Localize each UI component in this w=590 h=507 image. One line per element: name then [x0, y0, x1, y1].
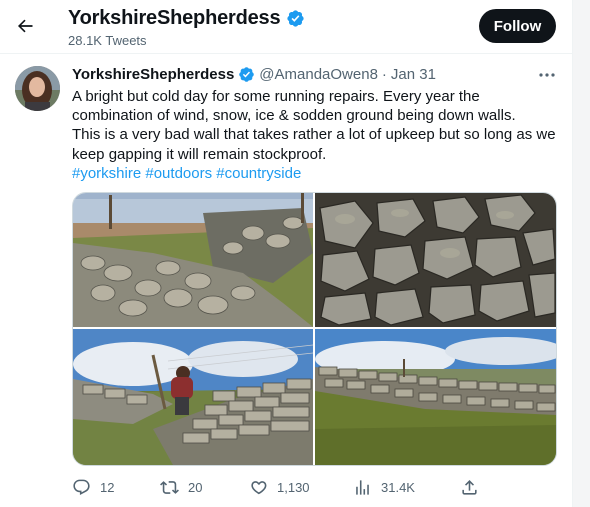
more-horizontal-icon: [539, 73, 555, 77]
share-icon: [458, 476, 480, 498]
photo-collapsed-wall-moor[interactable]: [73, 193, 313, 327]
photo-person-rebuilding-wall[interactable]: [73, 329, 313, 465]
arrow-left-icon: [18, 19, 33, 33]
scrollbar-track[interactable]: [573, 0, 590, 507]
author-name[interactable]: YorkshireShepherdess: [72, 66, 234, 83]
profile-header: YorkshireShepherdess 28.1K Tweets Follow: [0, 0, 573, 53]
retweet-count: 20: [188, 479, 203, 495]
reply-count: 12: [100, 479, 115, 495]
retweet-button[interactable]: 20: [158, 474, 202, 500]
tweet-date[interactable]: Jan 31: [391, 66, 436, 83]
views-icon: [351, 476, 373, 498]
heart-icon: [247, 476, 269, 498]
like-count: 1,130: [277, 479, 310, 495]
header-divider: [0, 53, 573, 54]
header-title: YorkshireShepherdess: [68, 7, 305, 30]
more-button[interactable]: [535, 66, 559, 84]
hashtag-countryside[interactable]: #countryside: [216, 165, 301, 182]
tweet-count: 28.1K Tweets: [68, 33, 147, 48]
tweet-text: A bright but cold day for some running r…: [72, 87, 562, 183]
tweet-actions: 12 20 1,130 31.4K: [66, 474, 486, 500]
back-button[interactable]: [8, 9, 42, 43]
views-button[interactable]: 31.4K: [351, 474, 415, 500]
like-button[interactable]: 1,130: [247, 474, 310, 500]
tweet-text-line2: This is a very bad wall that takes rathe…: [72, 126, 556, 163]
views-count: 31.4K: [381, 479, 415, 495]
reply-icon: [70, 476, 92, 498]
tweet-page: YorkshireShepherdess 28.1K Tweets Follow…: [0, 0, 573, 507]
verified-badge-icon: [239, 67, 255, 82]
avatar[interactable]: [15, 66, 60, 111]
header-name: YorkshireShepherdess: [68, 7, 281, 29]
share-button[interactable]: [458, 474, 480, 500]
meta-separator: ·: [381, 66, 387, 83]
hashtag-outdoors[interactable]: #outdoors: [145, 165, 212, 182]
hashtag-list: #yorkshire #outdoors #countryside: [72, 164, 562, 183]
hashtag-yorkshire[interactable]: #yorkshire: [72, 165, 141, 182]
media-grid: [72, 192, 557, 466]
tweet-text-line1: A bright but cold day for some running r…: [72, 88, 516, 125]
retweet-icon: [158, 476, 180, 498]
author-handle[interactable]: @AmandaOwen8: [259, 66, 378, 83]
reply-button[interactable]: 12: [70, 474, 114, 500]
photo-repaired-wall-field[interactable]: [315, 329, 556, 465]
photo-stone-rubble-closeup[interactable]: [315, 193, 556, 327]
verified-badge-icon: [287, 10, 305, 27]
follow-button[interactable]: Follow: [479, 9, 556, 43]
tweet-meta: YorkshireShepherdess @AmandaOwen8 · Jan …: [72, 66, 436, 83]
